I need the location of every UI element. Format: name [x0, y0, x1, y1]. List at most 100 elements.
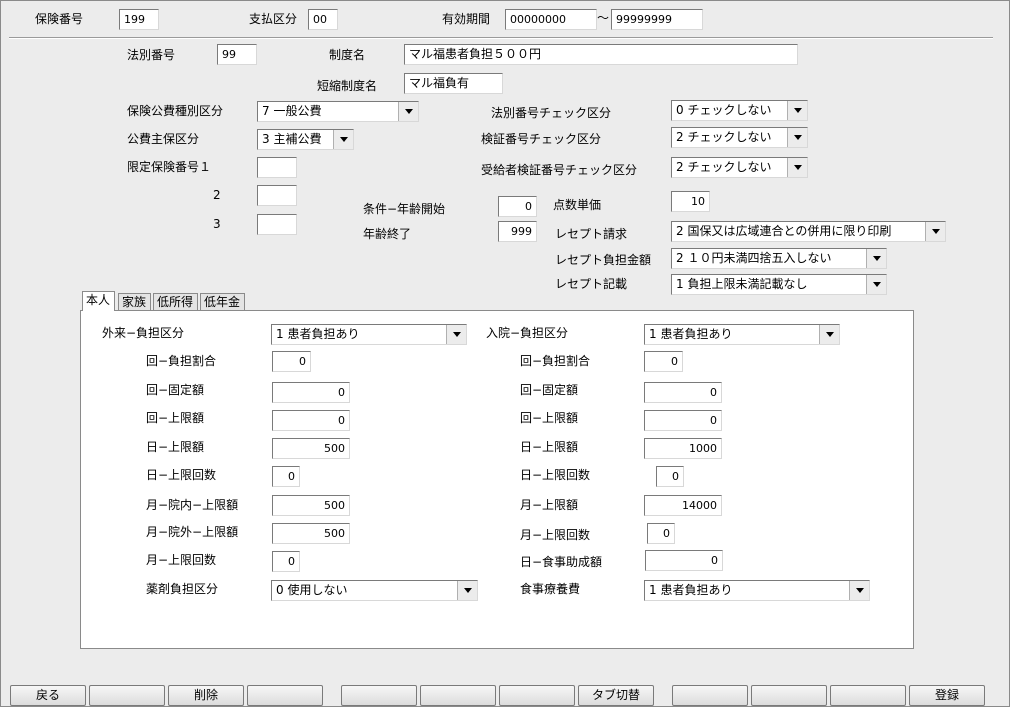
chevron-down-icon[interactable] [787, 158, 807, 177]
outpatient-month-count-label: 月−上限回数 [146, 553, 217, 567]
outpatient-day-cap-field[interactable]: 500 [272, 438, 350, 459]
chevron-down-icon[interactable] [819, 325, 839, 344]
system-name-field[interactable]: マル福患者負担５００円 [404, 44, 798, 65]
age-start-field[interactable]: 0 [498, 196, 537, 217]
outpatient-visit-cap-label: 回−上限額 [146, 411, 205, 425]
inpatient-month-cap-field[interactable]: 14000 [644, 495, 722, 516]
inpatient-burden-label: 入院−負担区分 [486, 326, 569, 340]
law-no-field[interactable]: 99 [217, 44, 257, 65]
delete-button[interactable]: 削除 [168, 685, 244, 706]
outpatient-burden-select[interactable]: 1 患者負担あり [271, 324, 467, 345]
insurance-no-field[interactable]: 199 [119, 9, 159, 30]
f10-button[interactable] [751, 685, 827, 706]
chevron-down-icon[interactable] [866, 275, 886, 294]
outpatient-day-cap-label: 日−上限額 [146, 440, 205, 454]
outpatient-fixed-label: 回−固定額 [146, 383, 205, 397]
short-name-field[interactable]: マル福負有 [404, 73, 503, 94]
chevron-down-icon[interactable] [787, 101, 807, 120]
law-no-label: 法別番号 [127, 48, 176, 62]
inpatient-burden-value: 1 患者負担あり [649, 327, 733, 341]
valid-from-field[interactable]: 00000000 [505, 9, 597, 30]
meal-cost-label: 食事療養費 [520, 582, 581, 596]
inpatient-rate-field[interactable]: 0 [644, 351, 683, 372]
register-button[interactable]: 登録 [909, 685, 985, 706]
inpatient-rate-label: 回−負担割合 [520, 354, 591, 368]
chevron-down-icon[interactable] [787, 128, 807, 147]
recipient-check-select[interactable]: 2 チェックしない [671, 157, 808, 178]
law-check-select[interactable]: 0 チェックしない [671, 100, 808, 121]
f2-button[interactable] [89, 685, 165, 706]
valid-to-field[interactable]: 99999999 [611, 9, 703, 30]
inpatient-fixed-field[interactable]: 0 [644, 382, 722, 403]
public-main-select[interactable]: 3 主補公費 [257, 129, 354, 150]
f5-button[interactable] [341, 685, 417, 706]
inpatient-visit-cap-label: 回−上限額 [520, 411, 579, 425]
limited-1-field[interactable] [257, 157, 297, 178]
receipt-note-select[interactable]: 1 負担上限未満記載なし [671, 274, 887, 295]
f9-button[interactable] [672, 685, 748, 706]
public-type-label: 保険公費種別区分 [127, 104, 224, 118]
payment-class-field[interactable]: 00 [308, 9, 338, 30]
tab-panel: 外来−負担区分 1 患者負担あり 回−負担割合 0 回−固定額 0 回−上限額 … [80, 310, 914, 649]
tab-switch-button[interactable]: タブ切替 [578, 685, 654, 706]
inpatient-day-cap-field[interactable]: 1000 [644, 438, 722, 459]
outpatient-month-out-field[interactable]: 500 [272, 523, 350, 544]
chevron-down-icon[interactable] [457, 581, 477, 600]
age-end-field[interactable]: 999 [498, 221, 537, 242]
outpatient-month-in-field[interactable]: 500 [272, 495, 350, 516]
limited-3-label: 3 [213, 217, 221, 231]
public-main-value: 3 主補公費 [262, 132, 322, 146]
insurance-no-label: 保険番号 [35, 12, 84, 26]
f11-button[interactable] [830, 685, 906, 706]
limited-2-field[interactable] [257, 185, 297, 206]
public-main-label: 公費主保区分 [127, 132, 200, 146]
chevron-down-icon[interactable] [925, 222, 945, 241]
inpatient-day-cap-label: 日−上限額 [520, 440, 579, 454]
point-price-label: 点数単価 [553, 198, 602, 212]
inpatient-day-count-field[interactable]: 0 [656, 466, 684, 487]
meal-aid-field[interactable]: 0 [645, 550, 723, 571]
point-price-field[interactable]: 10 [671, 191, 710, 212]
tab-low-pension[interactable]: 低年金 [200, 293, 245, 311]
outpatient-day-count-field[interactable]: 0 [272, 466, 300, 487]
short-name-label: 短縮制度名 [317, 79, 378, 93]
receipt-claim-value: 2 国保又は広域連合との併用に限り印刷 [676, 224, 892, 238]
receipt-claim-select[interactable]: 2 国保又は広域連合との併用に限り印刷 [671, 221, 946, 242]
outpatient-visit-cap-field[interactable]: 0 [272, 410, 350, 431]
receipt-amount-select[interactable]: 2 １０円未満四捨五入しない [671, 248, 887, 269]
inpatient-fixed-label: 回−固定額 [520, 383, 579, 397]
meal-cost-value: 1 患者負担あり [649, 583, 733, 597]
chevron-down-icon[interactable] [333, 130, 353, 149]
inpatient-month-count-field[interactable]: 0 [647, 523, 675, 544]
f7-button[interactable] [499, 685, 575, 706]
f6-button[interactable] [420, 685, 496, 706]
chevron-down-icon[interactable] [866, 249, 886, 268]
outpatient-day-count-label: 日−上限回数 [146, 468, 217, 482]
receipt-note-label: レセプト記載 [555, 277, 628, 291]
chevron-down-icon[interactable] [446, 325, 466, 344]
outpatient-burden-label: 外来−負担区分 [102, 326, 185, 340]
outpatient-rate-field[interactable]: 0 [272, 351, 311, 372]
law-check-value: 0 チェックしない [676, 103, 772, 117]
tab-self[interactable]: 本人 [82, 291, 115, 311]
back-button[interactable]: 戻る [10, 685, 86, 706]
f4-button[interactable] [247, 685, 323, 706]
outpatient-month-count-field[interactable]: 0 [272, 551, 300, 572]
tab-low-income[interactable]: 低所得 [153, 293, 198, 311]
tab-family[interactable]: 家族 [118, 293, 151, 311]
limited-3-field[interactable] [257, 214, 297, 235]
verify-check-label: 検証番号チェック区分 [481, 132, 602, 146]
drug-burden-label: 薬剤負担区分 [146, 582, 219, 596]
age-end-label: 年齢終了 [363, 227, 412, 241]
system-name-label: 制度名 [329, 48, 366, 62]
inpatient-visit-cap-field[interactable]: 0 [644, 410, 722, 431]
drug-burden-select[interactable]: 0 使用しない [271, 580, 478, 601]
inpatient-burden-select[interactable]: 1 患者負担あり [644, 324, 840, 345]
outpatient-month-in-label: 月−院内−上限額 [146, 498, 239, 512]
chevron-down-icon[interactable] [849, 581, 869, 600]
meal-cost-select[interactable]: 1 患者負担あり [644, 580, 870, 601]
verify-check-select[interactable]: 2 チェックしない [671, 127, 808, 148]
public-type-select[interactable]: 7 一般公費 [257, 101, 419, 122]
chevron-down-icon[interactable] [398, 102, 418, 121]
outpatient-fixed-field[interactable]: 0 [272, 382, 350, 403]
